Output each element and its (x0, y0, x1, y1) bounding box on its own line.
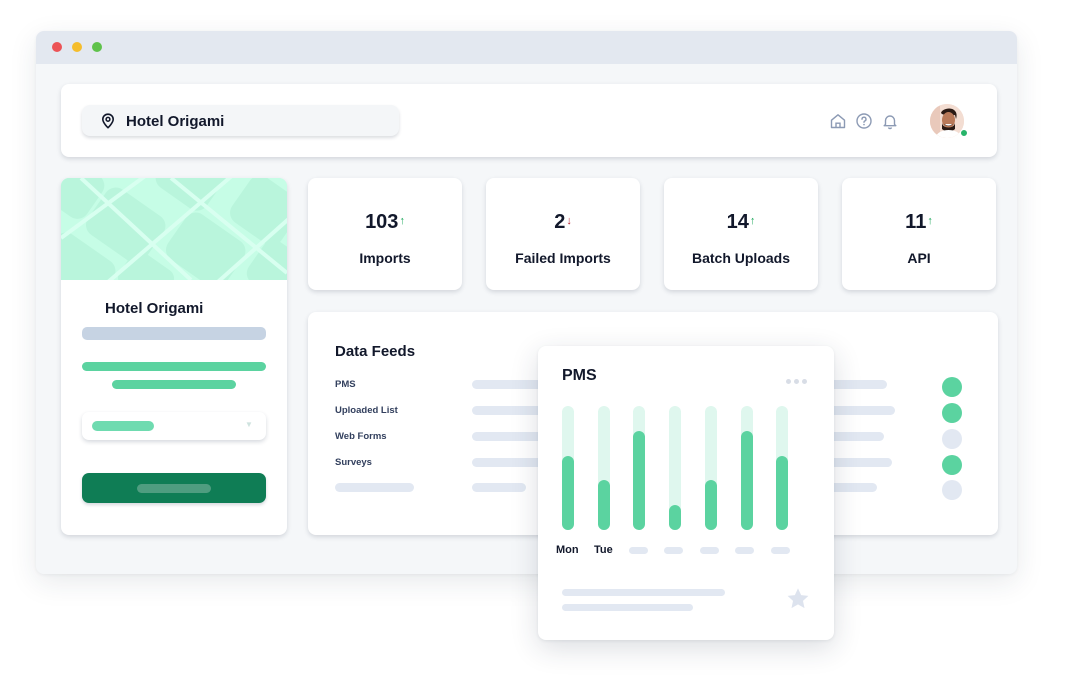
bar-fill (633, 431, 645, 530)
feed-label-web-forms[interactable]: Web Forms (335, 431, 387, 442)
day-label-placeholder (664, 547, 683, 554)
day-label-placeholder (735, 547, 754, 554)
bar-fill (705, 480, 717, 530)
bar-fill (741, 431, 753, 530)
feed-label-placeholder (335, 483, 414, 492)
detail-placeholder (82, 362, 266, 371)
stat-label: API (907, 250, 931, 266)
stat-label: Batch Uploads (691, 250, 790, 266)
pms-chart-card: PMS Mon Tue (538, 346, 834, 640)
browser-window: Hotel Origami Hotel Origami ▼ 103↑ Impor… (36, 31, 1017, 574)
home-icon[interactable] (829, 112, 847, 130)
day-label-placeholder (629, 547, 648, 554)
feed-bar (472, 432, 542, 441)
stat-value: 103↑ (365, 211, 405, 233)
day-label-placeholder (700, 547, 719, 554)
stat-value: 11↑ (905, 211, 933, 233)
button-label-placeholder (137, 484, 211, 493)
feed-status-active (942, 377, 962, 397)
stat-value: 14↑ (726, 211, 756, 233)
close-window-button[interactable] (52, 42, 62, 52)
stat-card-batch-uploads[interactable]: 14↑ Batch Uploads (664, 178, 818, 290)
window-titlebar (36, 31, 1017, 64)
feed-status-active (942, 455, 962, 475)
more-options-icon[interactable] (794, 379, 799, 384)
location-name: Hotel Origami (126, 113, 225, 130)
feed-status-inactive (942, 429, 962, 449)
bar-fill (669, 505, 681, 530)
trend-up-icon: ↑ (399, 215, 405, 227)
feed-bar (472, 483, 526, 492)
footer-placeholder (562, 604, 693, 611)
online-status-indicator (960, 129, 968, 137)
trend-up-icon: ↑ (749, 215, 756, 227)
zoom-window-button[interactable] (92, 42, 102, 52)
address-placeholder (82, 327, 266, 340)
feed-bar (472, 406, 542, 415)
day-label-placeholder (771, 547, 790, 554)
stat-value: 2↓ (554, 211, 572, 233)
stat-card-failed-imports[interactable]: 2↓ Failed Imports (486, 178, 640, 290)
feed-bar (472, 458, 542, 467)
day-label-mon: Mon (556, 544, 579, 556)
detail-placeholder (112, 380, 236, 389)
user-avatar[interactable] (930, 104, 964, 138)
feed-label-surveys[interactable]: Surveys (335, 457, 372, 468)
profile-dropdown[interactable]: ▼ (82, 412, 266, 440)
feed-bar (828, 458, 892, 467)
more-options-icon[interactable] (802, 379, 807, 384)
trend-down-icon: ↓ (566, 215, 572, 227)
bar-fill (776, 456, 788, 530)
star-icon[interactable] (785, 586, 811, 612)
dropdown-value-placeholder (92, 421, 154, 431)
location-selector[interactable]: Hotel Origami (82, 105, 399, 136)
map-pin-icon (101, 113, 115, 129)
map-thumbnail (61, 178, 287, 280)
feed-status-inactive (942, 480, 962, 500)
minimize-window-button[interactable] (72, 42, 82, 52)
pms-title: PMS (562, 367, 597, 384)
hotel-profile-card: Hotel Origami ▼ (61, 178, 287, 535)
stat-card-api[interactable]: 11↑ API (842, 178, 996, 290)
day-label-tue: Tue (594, 544, 613, 556)
chevron-down-icon: ▼ (245, 420, 253, 429)
help-icon[interactable] (855, 112, 873, 130)
feed-bar (828, 406, 895, 415)
top-bar: Hotel Origami (61, 84, 997, 157)
bar-fill (562, 456, 574, 530)
feed-bar (828, 483, 877, 492)
primary-action-button[interactable] (82, 473, 266, 503)
feed-status-active (942, 403, 962, 423)
stat-card-imports[interactable]: 103↑ Imports (308, 178, 462, 290)
data-feeds-title: Data Feeds (335, 343, 416, 360)
hotel-name: Hotel Origami (105, 300, 204, 317)
stat-label: Failed Imports (515, 250, 611, 266)
trend-up-icon: ↑ (927, 215, 933, 227)
feed-bar (828, 432, 884, 441)
feed-bar (828, 380, 887, 389)
more-options-icon[interactable] (786, 379, 791, 384)
bell-icon[interactable] (881, 112, 899, 130)
stat-label: Imports (359, 250, 411, 266)
feed-bar (472, 380, 542, 389)
footer-placeholder (562, 589, 725, 596)
bar-fill (598, 480, 610, 530)
feed-label-pms[interactable]: PMS (335, 379, 356, 390)
feed-label-uploaded-list[interactable]: Uploaded List (335, 405, 398, 416)
